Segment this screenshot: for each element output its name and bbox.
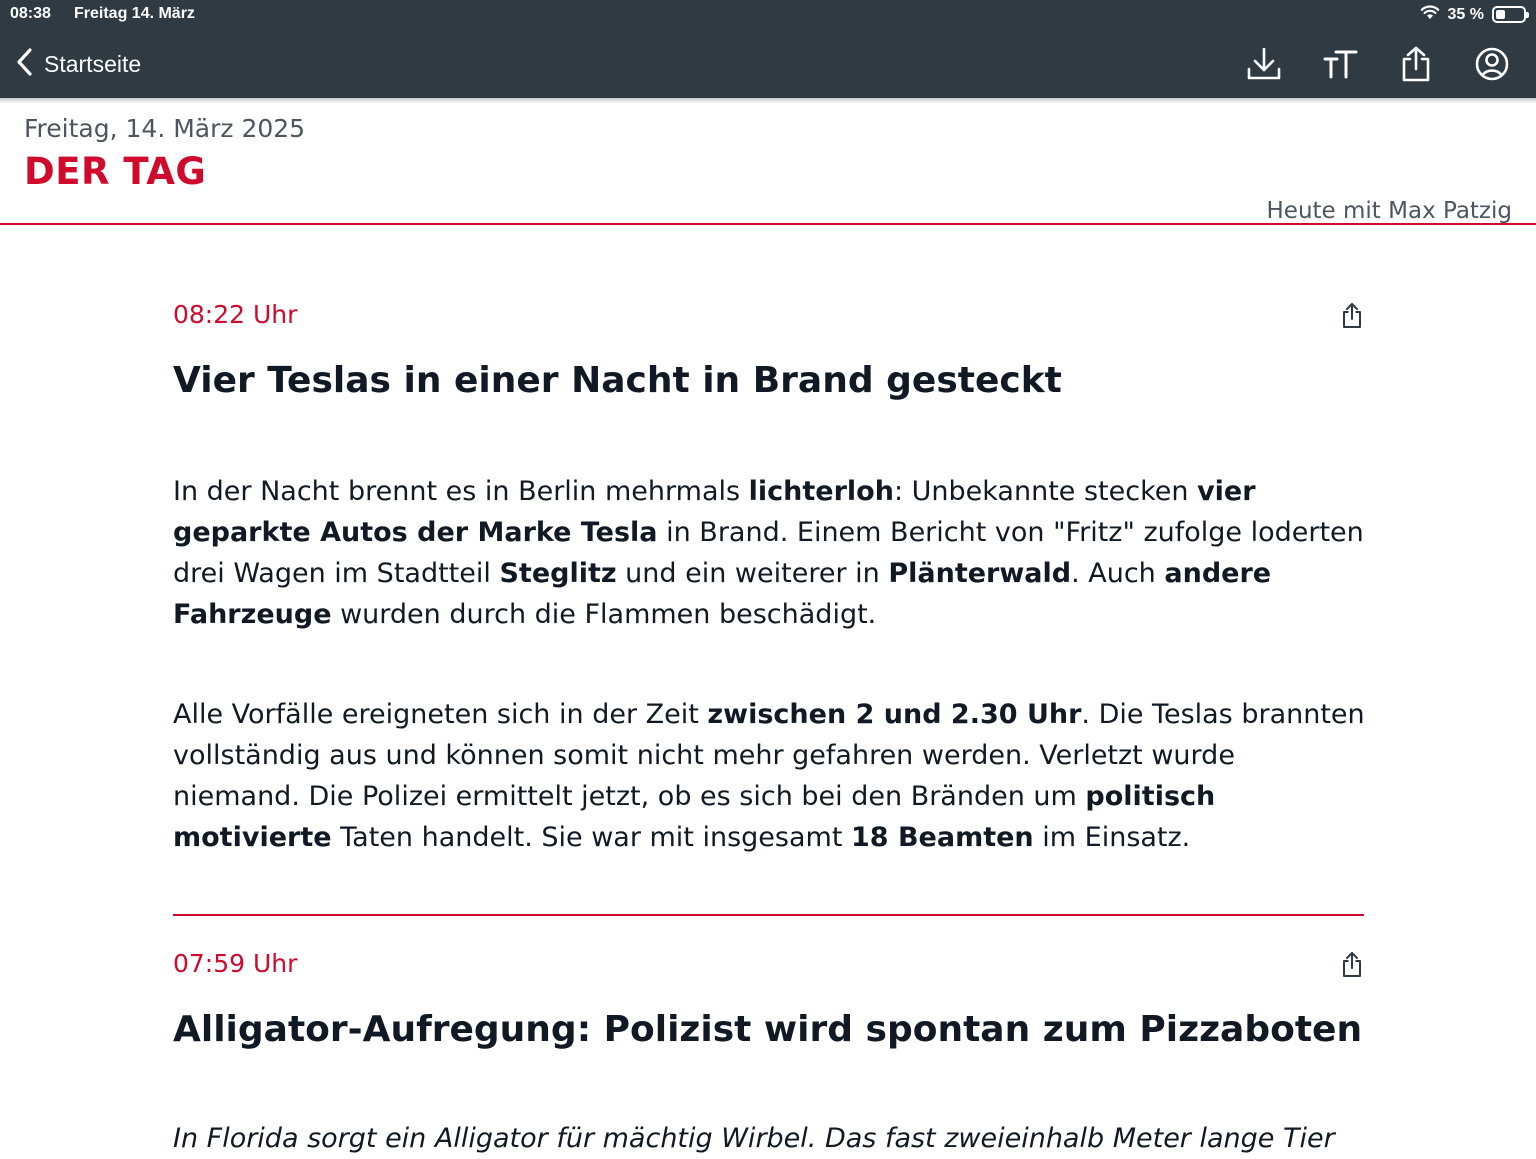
status-right: 35 % [1420,4,1529,25]
text-run: und ein weiterer in [616,558,889,589]
article-time: 08:22 Uhr [173,300,298,329]
text-run: In der Nacht brennt es in Berlin mehrmal… [173,476,749,507]
article: 07:59 Uhr Alligator-Aufregung: Polizist … [173,947,1368,1154]
page-title: DER TAG [24,150,207,193]
bold-text: Steglitz [499,558,617,589]
share-button[interactable] [1396,44,1436,84]
top-bar-shadow [0,98,1536,104]
header-divider [0,223,1536,225]
status-date: Freitag 14. März [74,5,195,22]
text-run: In Florida sorgt ein Alligator für mächt… [173,1123,1335,1154]
text-run: Alle Vorfälle ereigneten sich in der Zei… [173,699,708,730]
battery-percentage: 35 % [1447,5,1484,23]
nav-actions [1244,44,1512,84]
article-paragraph: In Florida sorgt ein Alligator für mächt… [173,1118,1368,1159]
text-run: Taten handelt. Sie war mit insgesamt [331,822,851,853]
status-bar: 08:38 Freitag 14. März 35 % [0,0,1536,30]
text-run: wurden durch die Flammen beschädigt. [331,599,877,630]
text-run: . Auch [1071,558,1165,589]
article-paragraph: In der Nacht brennt es in Berlin mehrmal… [173,471,1368,635]
status-time: 08:38 [10,5,51,22]
text-size-button[interactable] [1320,44,1360,84]
article-divider [173,914,1364,916]
article-share-button[interactable] [1336,298,1368,334]
chevron-left-icon [14,46,36,82]
back-button-label: Startseite [44,50,142,77]
nav-bar: Startseite [0,30,1536,98]
bold-text: Plänterwald [888,558,1072,589]
article-paragraph: Alle Vorfälle ereigneten sich in der Zei… [173,694,1368,858]
article-time: 07:59 Uhr [173,949,298,978]
article: 08:22 Uhr Vier Teslas in einer Nacht in … [173,300,1368,860]
share-icon [1402,46,1430,82]
download-icon [1247,47,1281,80]
text-size-icon [1323,50,1358,79]
top-bar: 08:38 Freitag 14. März 35 % Startseite [0,0,1536,100]
bold-text: 18 Beamten [851,822,1034,853]
battery-icon [1492,6,1529,23]
account-button[interactable] [1472,44,1512,84]
back-button[interactable]: Startseite [14,46,141,82]
article-title: Vier Teslas in einer Nacht in Brand gest… [173,360,1062,401]
page-date: Freitag, 14. März 2025 [24,114,306,143]
text-run: : Unbekannte stecken [893,476,1198,507]
account-icon [1475,47,1509,81]
share-icon [1343,952,1361,977]
article-title: Alligator-Aufregung: Polizist wird spont… [173,1009,1363,1050]
share-icon [1343,303,1361,328]
text-run: im Einsatz. [1033,822,1191,853]
download-button[interactable] [1244,44,1284,84]
bold-text: zwischen 2 und 2.30 Uhr [707,699,1082,730]
page-author: Heute mit Max Patzig [1266,198,1513,224]
wifi-icon [1420,4,1440,25]
battery-fill [1496,10,1505,19]
article-share-button[interactable] [1336,947,1368,983]
bold-text: lichterloh [748,476,894,507]
